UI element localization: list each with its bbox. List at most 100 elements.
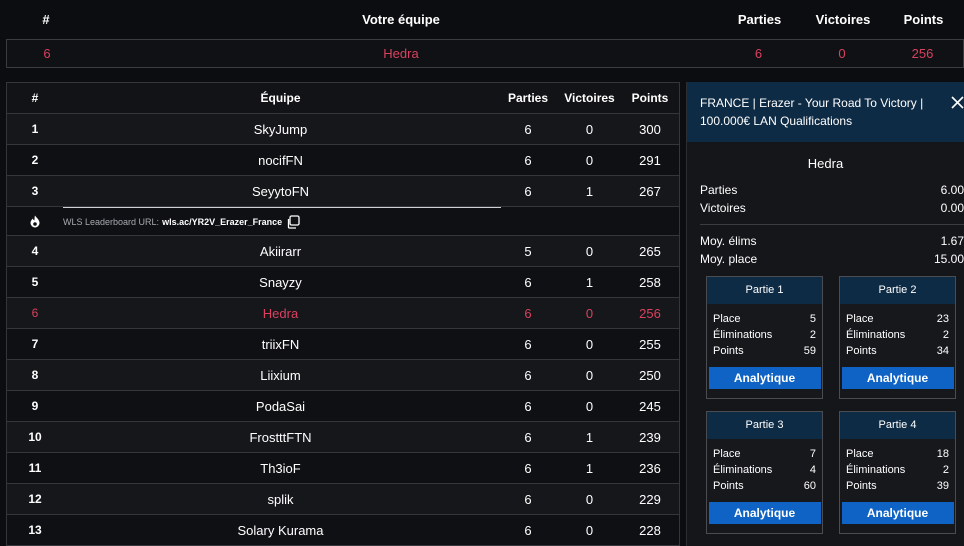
value: 2 [942, 464, 949, 476]
close-icon[interactable] [951, 96, 964, 114]
row-rank: 13 [28, 523, 42, 537]
row-victoires: 0 [585, 522, 594, 538]
wls-label: WLS Leaderboard URL: [63, 216, 160, 227]
game-elims: Éliminations 2 [840, 327, 955, 343]
label: Éliminations [846, 464, 906, 476]
stat-label: Parties [700, 183, 738, 197]
row-rank: 2 [31, 153, 39, 167]
divider [700, 224, 964, 225]
row-victoires: 0 [585, 491, 594, 507]
table-row[interactable]: 10 FrostttFTN 6 1 239 [7, 422, 679, 453]
row-points: 239 [639, 429, 661, 445]
col-victoires-header: Victoires [815, 12, 871, 27]
row-victoires: 0 [585, 121, 594, 137]
value: 18 [936, 448, 949, 460]
table-row[interactable]: 5 Snayzy 6 1 258 [7, 267, 679, 298]
analytics-button[interactable]: Analytique [708, 367, 821, 389]
game-card-title: Partie 4 [840, 412, 955, 439]
panel-header: FRANCE | Erazer - Your Road To Victory |… [687, 82, 964, 142]
row-team: splik [267, 491, 294, 507]
value: 39 [936, 480, 949, 492]
row-team: SkyJump [253, 121, 308, 137]
label: Place [846, 448, 874, 460]
your-team-row[interactable]: 6 Hedra 6 0 256 [6, 39, 964, 68]
table-row[interactable]: 13 Solary Kurama 6 0 228 [7, 515, 679, 545]
table-row[interactable]: 4 Akiirarr 5 0 265 [7, 236, 679, 267]
copy-icon[interactable] [286, 214, 300, 229]
value: 60 [803, 480, 816, 492]
table-row[interactable]: 12 splik 6 0 229 [7, 484, 679, 515]
table-row[interactable]: 2 nocifFN 6 0 291 [7, 145, 679, 176]
row-points: 250 [639, 367, 661, 383]
wls-url-row: WLS Leaderboard URL: wls.ac/YR2V_Erazer_… [7, 206, 679, 236]
game-card-3: Partie 3 Place 7 Éliminations 4 Points 60 A… [706, 411, 823, 534]
game-card-title: Partie 3 [707, 412, 822, 439]
your-team-victoires: 0 [838, 46, 846, 61]
stat-label: Victoires [700, 201, 746, 215]
label: Place [713, 313, 741, 325]
row-team: nocifFN [258, 152, 303, 168]
row-points: 245 [639, 398, 661, 414]
game-card-title: Partie 1 [707, 277, 822, 304]
row-victoires: 0 [585, 305, 594, 321]
stat-value: 0.00 [940, 201, 964, 215]
row-rank: 5 [31, 275, 39, 289]
row-parties: 6 [524, 491, 532, 507]
table-row[interactable]: 3 SeyytoFN 6 1 267 [7, 176, 679, 207]
row-team: PodaSai [255, 398, 306, 414]
table-row-own-team[interactable]: 6 Hedra 6 0 256 [7, 298, 679, 329]
your-team-name: Hedra [383, 46, 419, 61]
row-victoires: 0 [585, 398, 594, 414]
col-team-header: Votre équipe [362, 12, 440, 27]
row-points: 265 [639, 243, 661, 259]
col-rank-header: # [31, 91, 39, 105]
game-elims: Éliminations 4 [707, 462, 822, 478]
table-row[interactable]: 7 triixFN 6 0 255 [7, 329, 679, 360]
row-points: 291 [639, 152, 661, 168]
label: Éliminations [846, 329, 906, 341]
row-victoires: 0 [585, 243, 594, 259]
col-victoires-header: Victoires [564, 91, 615, 105]
row-victoires: 1 [585, 429, 594, 445]
analytics-button[interactable]: Analytique [841, 502, 954, 524]
game-place: Place 5 [707, 311, 822, 327]
row-parties: 6 [524, 183, 532, 199]
stat-victoires: Victoires 0.00 [687, 199, 964, 217]
col-points-header: Points [903, 12, 944, 27]
row-victoires: 0 [585, 336, 594, 352]
row-points: 228 [639, 522, 661, 538]
game-points: Points 39 [840, 478, 955, 494]
table-row[interactable]: 1 SkyJump 6 0 300 [7, 114, 679, 145]
analytics-button[interactable]: Analytique [841, 367, 954, 389]
your-team-table: # Votre équipe Parties Victoires Points … [6, 0, 964, 69]
panel-team-name: Hedra [807, 156, 844, 171]
col-rank-header: # [42, 12, 50, 27]
row-team: Liixium [260, 367, 301, 383]
row-parties: 6 [524, 305, 532, 321]
row-team: SeyytoFN [251, 183, 310, 199]
your-team-points: 256 [911, 46, 934, 61]
row-points: 236 [639, 460, 661, 476]
label: Éliminations [713, 464, 773, 476]
col-team-header: Équipe [260, 91, 301, 105]
game-points: Points 34 [840, 343, 955, 359]
table-row[interactable]: 8 Liixium 6 0 250 [7, 360, 679, 391]
game-place: Place 7 [707, 446, 822, 462]
row-team: triixFN [261, 336, 300, 352]
table-row[interactable]: 9 PodaSai 6 0 245 [7, 391, 679, 422]
row-points: 255 [639, 336, 661, 352]
row-parties: 6 [524, 152, 532, 168]
table-row[interactable]: 11 Th3ioF 6 1 236 [7, 453, 679, 484]
row-team: Hedra [262, 305, 299, 321]
stat-parties: Parties 6.00 [687, 181, 964, 199]
row-parties: 6 [524, 274, 532, 290]
tournament-title: FRANCE | Erazer - Your Road To Victory |… [700, 96, 924, 128]
row-parties: 6 [524, 460, 532, 476]
analytics-button[interactable]: Analytique [708, 502, 821, 524]
game-points: Points 60 [707, 478, 822, 494]
row-team: FrostttFTN [249, 429, 312, 445]
wls-url-link[interactable]: wls.ac/YR2V_Erazer_France [162, 217, 282, 227]
team-details-panel: FRANCE | Erazer - Your Road To Victory |… [686, 82, 964, 546]
row-rank: 8 [31, 368, 39, 382]
your-team-header: # Votre équipe Parties Victoires Points [6, 0, 964, 39]
